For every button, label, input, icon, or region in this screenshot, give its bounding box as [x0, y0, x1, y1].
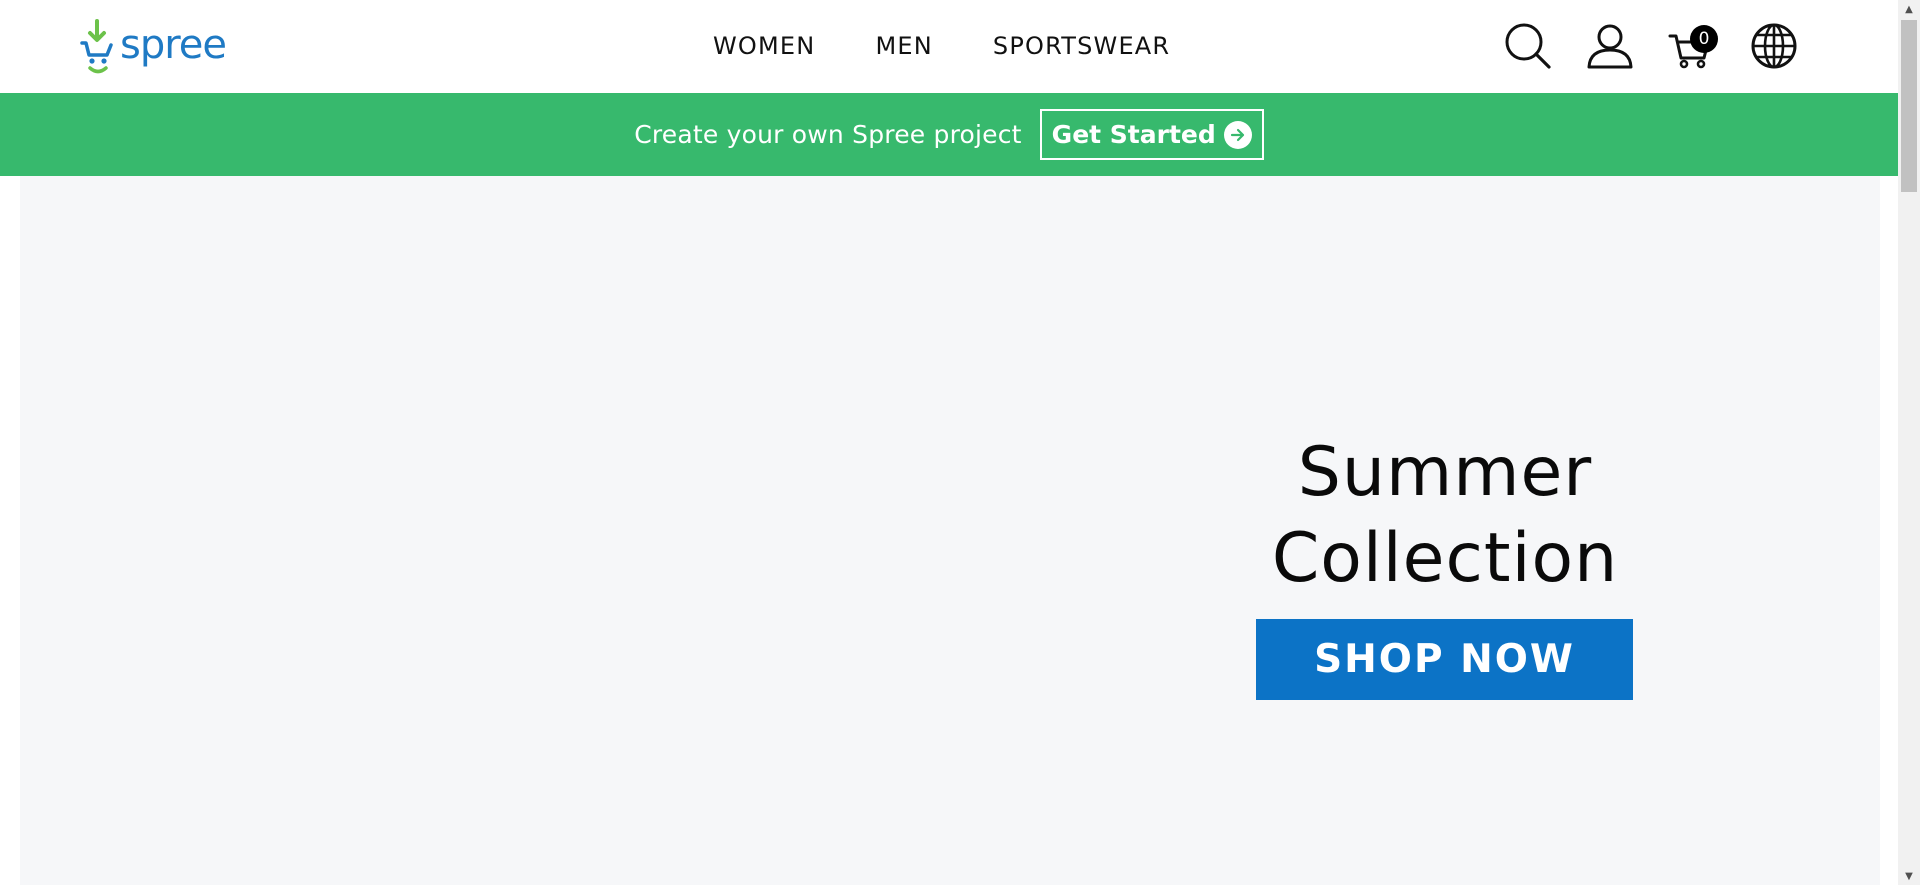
search-icon[interactable] [1504, 22, 1552, 70]
arrow-right-icon [1223, 120, 1252, 149]
header-icons: 0 [1504, 22, 1798, 70]
hero-title: Summer Collection [1240, 430, 1650, 602]
main-nav: WOMEN MEN SPORTSWEAR [713, 28, 1170, 64]
cart-count-badge: 0 [1690, 25, 1718, 53]
logo-wordmark: spree [120, 22, 227, 68]
site-header: spree WOMEN MEN SPORTSWEAR 0 [0, 0, 1898, 93]
scroll-up-arrow-icon[interactable]: ▲ [1898, 0, 1920, 18]
promo-text: Create your own Spree project [634, 120, 1022, 149]
spree-logo[interactable]: spree [80, 16, 230, 78]
scroll-down-arrow-icon[interactable]: ▼ [1898, 867, 1920, 885]
scrollbar-thumb[interactable] [1901, 20, 1917, 192]
get-started-button[interactable]: Get Started [1039, 109, 1264, 160]
promo-banner: Create your own Spree project Get Starte… [0, 93, 1898, 176]
globe-icon[interactable] [1750, 22, 1798, 70]
shop-now-button[interactable]: SHOP NOW [1256, 619, 1633, 700]
user-icon[interactable] [1586, 22, 1634, 70]
nav-item-men[interactable]: MEN [875, 28, 932, 64]
cart-icon[interactable]: 0 [1668, 22, 1718, 70]
cart-logo-icon [80, 19, 113, 74]
get-started-label: Get Started [1051, 120, 1216, 149]
hero-title-line-2: Collection [1271, 519, 1619, 598]
vertical-scrollbar[interactable]: ▲ ▼ [1898, 0, 1920, 885]
nav-item-women[interactable]: WOMEN [713, 28, 815, 64]
hero-title-line-1: Summer [1297, 433, 1593, 512]
nav-item-sportswear[interactable]: SPORTSWEAR [993, 28, 1170, 64]
